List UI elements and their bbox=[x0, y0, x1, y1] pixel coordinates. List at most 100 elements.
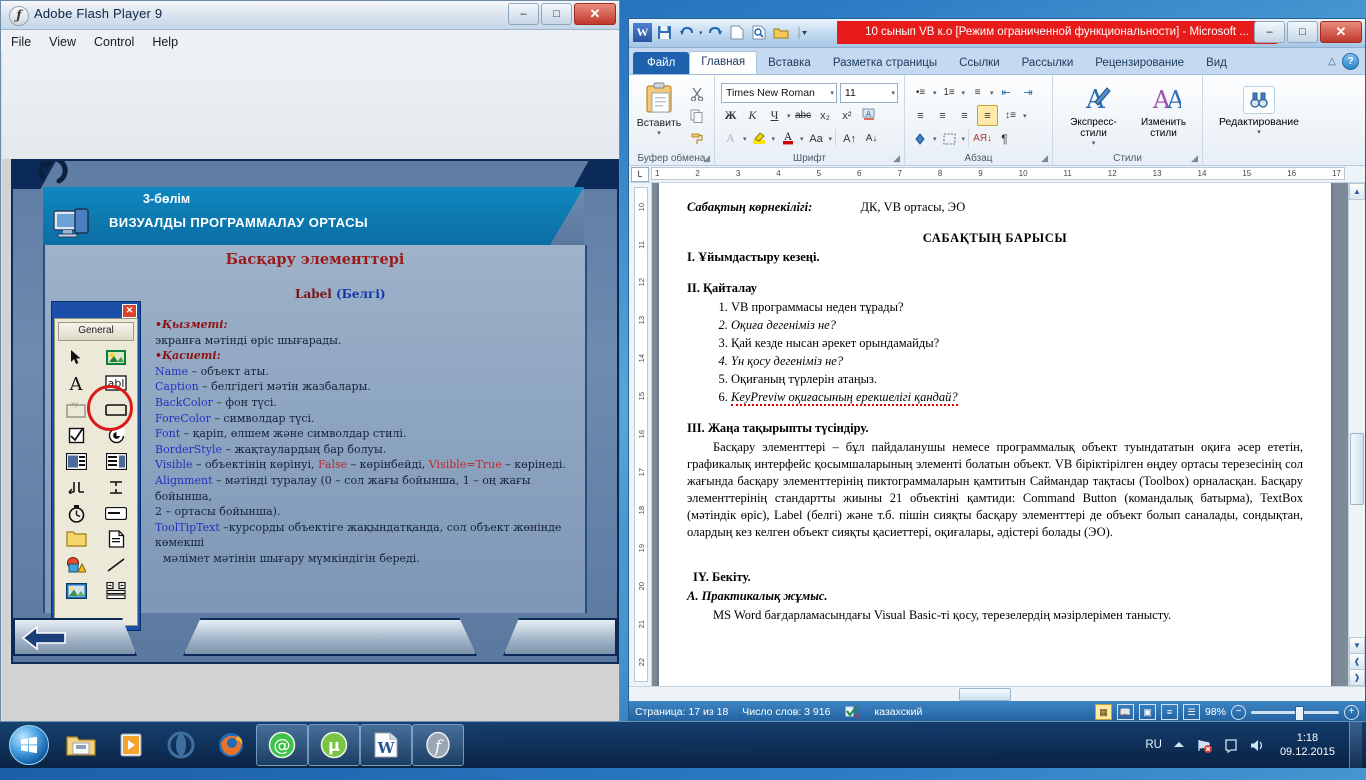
format-painter-icon[interactable] bbox=[687, 128, 706, 147]
vb-toolbox-window[interactable]: ✕ General A abl xy bbox=[51, 301, 141, 631]
document-vertical-scrollbar[interactable]: ▲ ▼ ❰ ❱ bbox=[1348, 183, 1365, 686]
flash-titlebar[interactable]: ƒ Adobe Flash Player 9 – □ ✕ bbox=[1, 1, 619, 30]
font-color-dropdown-icon[interactable]: ▾ bbox=[800, 135, 804, 143]
font-family-combo[interactable]: Times New Roman ▾ bbox=[721, 82, 837, 103]
back-arrow-button-icon[interactable] bbox=[21, 622, 73, 652]
tab-mailings[interactable]: Рассылки bbox=[1011, 53, 1085, 74]
status-page[interactable]: Страница: 17 из 18 bbox=[635, 706, 728, 718]
horizontal-ruler-strip[interactable]: 1 2 3 4 5 6 7 8 9 10 11 12 13 14 15 16 1… bbox=[651, 167, 1345, 180]
ribbon-tabs[interactable]: Файл Главная Вставка Разметка страницы С… bbox=[629, 48, 1365, 75]
superscript-button[interactable]: x² bbox=[838, 106, 857, 125]
taskbar[interactable]: @ μ W f RU 1:18 09.12.2015 bbox=[0, 721, 1366, 768]
timer-tool-icon[interactable] bbox=[58, 502, 94, 524]
italic-button[interactable]: К bbox=[743, 106, 762, 125]
shape-tool-icon[interactable] bbox=[58, 554, 94, 576]
grow-font-button[interactable]: A↑ bbox=[835, 129, 859, 148]
shading-button[interactable] bbox=[911, 129, 930, 148]
ribbon-group-styles[interactable]: A Экспресс-стили ▾ AA Изменить стили Сти… bbox=[1053, 75, 1203, 165]
taskbar-item-utorrent[interactable]: μ bbox=[308, 724, 360, 766]
replay-button-icon[interactable] bbox=[37, 159, 71, 189]
taskbar-item-firefox[interactable] bbox=[206, 725, 256, 765]
horizontal-scroll-thumb[interactable] bbox=[959, 688, 1011, 701]
label-tool-icon[interactable]: A bbox=[58, 372, 94, 394]
status-zoom-level[interactable]: 98% bbox=[1205, 706, 1226, 718]
minimize-ribbon-icon[interactable]: △ bbox=[1328, 56, 1336, 67]
flash-menubar[interactable]: File View Control Help bbox=[1, 30, 619, 55]
borders-button[interactable] bbox=[940, 129, 959, 148]
data-tool-icon[interactable] bbox=[98, 580, 134, 602]
shrink-font-button[interactable]: A↓ bbox=[862, 129, 881, 148]
line-tool-icon[interactable] bbox=[98, 554, 134, 576]
subscript-button[interactable]: x₂ bbox=[816, 106, 835, 125]
paste-button[interactable]: Вставить ▾ bbox=[635, 82, 683, 147]
editing-button[interactable]: Редактирование ▾ bbox=[1209, 78, 1309, 136]
font-size-combo[interactable]: 11 ▾ bbox=[839, 82, 898, 103]
checkbox-tool-icon[interactable] bbox=[58, 424, 94, 446]
document-page[interactable]: Сабақтың көрнекілігі: ДК, VB ортасы, ЭО … bbox=[659, 183, 1331, 686]
multilevel-list-button[interactable]: ≡ bbox=[968, 83, 987, 102]
scroll-up-arrow[interactable]: ▲ bbox=[1349, 183, 1365, 200]
save-icon[interactable] bbox=[655, 23, 674, 42]
web-layout-view-button[interactable]: ▣ bbox=[1138, 704, 1156, 720]
customize-qat-icon[interactable] bbox=[794, 23, 813, 42]
zoom-slider[interactable] bbox=[1251, 705, 1339, 721]
line-spacing-button[interactable]: ↕≡ bbox=[1001, 106, 1020, 125]
word-status-bar[interactable]: Страница: 17 из 18 Число слов: 3 916 x к… bbox=[629, 701, 1365, 723]
taskbar-item-word[interactable]: W bbox=[360, 724, 412, 766]
document-horizontal-scrollbar[interactable] bbox=[629, 686, 1365, 701]
underline-dropdown-icon[interactable]: ▾ bbox=[787, 112, 791, 120]
align-justify-button[interactable]: ≡ bbox=[977, 105, 998, 126]
quick-styles-button[interactable]: A Экспресс-стили ▾ bbox=[1061, 84, 1127, 147]
clipboard-dialog-launcher[interactable]: ◢ bbox=[703, 153, 710, 164]
network-error-icon[interactable] bbox=[1196, 736, 1214, 754]
bullets-button[interactable]: •≡ bbox=[911, 83, 930, 102]
tray-language-indicator[interactable]: RU bbox=[1145, 739, 1162, 751]
underline-button[interactable]: Ч bbox=[765, 106, 784, 125]
vb-toolbox-tab-general[interactable]: General bbox=[58, 322, 134, 341]
start-button[interactable] bbox=[2, 724, 56, 766]
word-close-button[interactable]: ✕ bbox=[1320, 21, 1362, 43]
taskbar-item-media-player[interactable] bbox=[106, 725, 156, 765]
show-desktop-button[interactable] bbox=[1349, 722, 1362, 768]
taskbar-item-explorer[interactable] bbox=[56, 725, 106, 765]
tab-page-layout[interactable]: Разметка страницы bbox=[822, 53, 948, 74]
word-window-buttons[interactable]: – □ ✕ bbox=[1254, 21, 1362, 43]
align-center-button[interactable]: ≡ bbox=[933, 106, 952, 125]
next-page-button[interactable]: ❱ bbox=[1349, 669, 1365, 686]
full-screen-reading-button[interactable]: 📖 bbox=[1116, 704, 1134, 720]
show-hidden-icons-icon[interactable] bbox=[1170, 736, 1188, 754]
horizontal-ruler[interactable]: L 1 2 3 4 5 6 7 8 9 10 11 12 13 14 15 16… bbox=[629, 166, 1365, 183]
highlight-dropdown-icon[interactable]: ▾ bbox=[772, 135, 776, 143]
zoom-in-button[interactable]: + bbox=[1344, 704, 1359, 720]
hscrollbar-tool-icon[interactable] bbox=[58, 476, 94, 498]
word-titlebar[interactable]: W ▾ 10 сынып VB к.о [Режим ограниченной … bbox=[629, 19, 1365, 48]
align-right-button[interactable]: ≡ bbox=[955, 106, 974, 125]
system-tray[interactable]: RU 1:18 09.12.2015 bbox=[1145, 722, 1366, 768]
new-icon[interactable] bbox=[728, 23, 747, 42]
text-effects-dropdown-icon[interactable]: ▾ bbox=[743, 135, 747, 143]
taskbar-item-icq[interactable]: @ bbox=[256, 724, 308, 766]
flash-maximize-button[interactable]: □ bbox=[541, 3, 572, 25]
action-center-icon[interactable] bbox=[1222, 736, 1240, 754]
print-preview-icon[interactable] bbox=[750, 23, 769, 42]
decrease-indent-button[interactable]: ⇤ bbox=[997, 83, 1016, 102]
vb-toolbox-close-icon[interactable]: ✕ bbox=[122, 304, 137, 318]
borders-dropdown-icon[interactable]: ▾ bbox=[962, 135, 966, 143]
ribbon-group-editing[interactable]: Редактирование ▾ bbox=[1203, 75, 1315, 165]
paragraph-dialog-launcher[interactable]: ◢ bbox=[1041, 153, 1048, 164]
status-right-controls[interactable]: ▦ 📖 ▣ ≡ ☰ 98% − + bbox=[1094, 704, 1359, 721]
taskbar-clock[interactable]: 1:18 09.12.2015 bbox=[1274, 731, 1341, 759]
previous-page-button[interactable]: ❰ bbox=[1349, 653, 1365, 670]
ribbon-group-clipboard[interactable]: Вставить ▾ Буфер обмена ◢ bbox=[629, 75, 715, 165]
editing-dropdown-icon[interactable]: ▾ bbox=[1209, 128, 1309, 136]
word-minimize-button[interactable]: – bbox=[1254, 21, 1285, 43]
font-color-button[interactable]: A bbox=[778, 129, 797, 148]
vertical-ruler[interactable]: 10 11 12 13 14 15 16 17 18 19 20 21 22 bbox=[629, 183, 652, 686]
shading-dropdown-icon[interactable]: ▾ bbox=[933, 135, 937, 143]
flash-menu-view[interactable]: View bbox=[49, 35, 76, 49]
numbering-dropdown-icon[interactable]: ▾ bbox=[962, 89, 966, 97]
taskbar-item-flash[interactable]: f bbox=[412, 724, 464, 766]
ribbon-group-paragraph[interactable]: •≡ ▾ 1≡ ▾ ≡ ▾ ⇤ ⇥ ≡ ≡ ≡ ≡ ↕≡ ▾ ▾ ▾ AЯ↓ ¶… bbox=[905, 75, 1053, 165]
bullets-dropdown-icon[interactable]: ▾ bbox=[933, 89, 937, 97]
vb-toolbox-titlebar[interactable]: ✕ bbox=[54, 304, 138, 318]
